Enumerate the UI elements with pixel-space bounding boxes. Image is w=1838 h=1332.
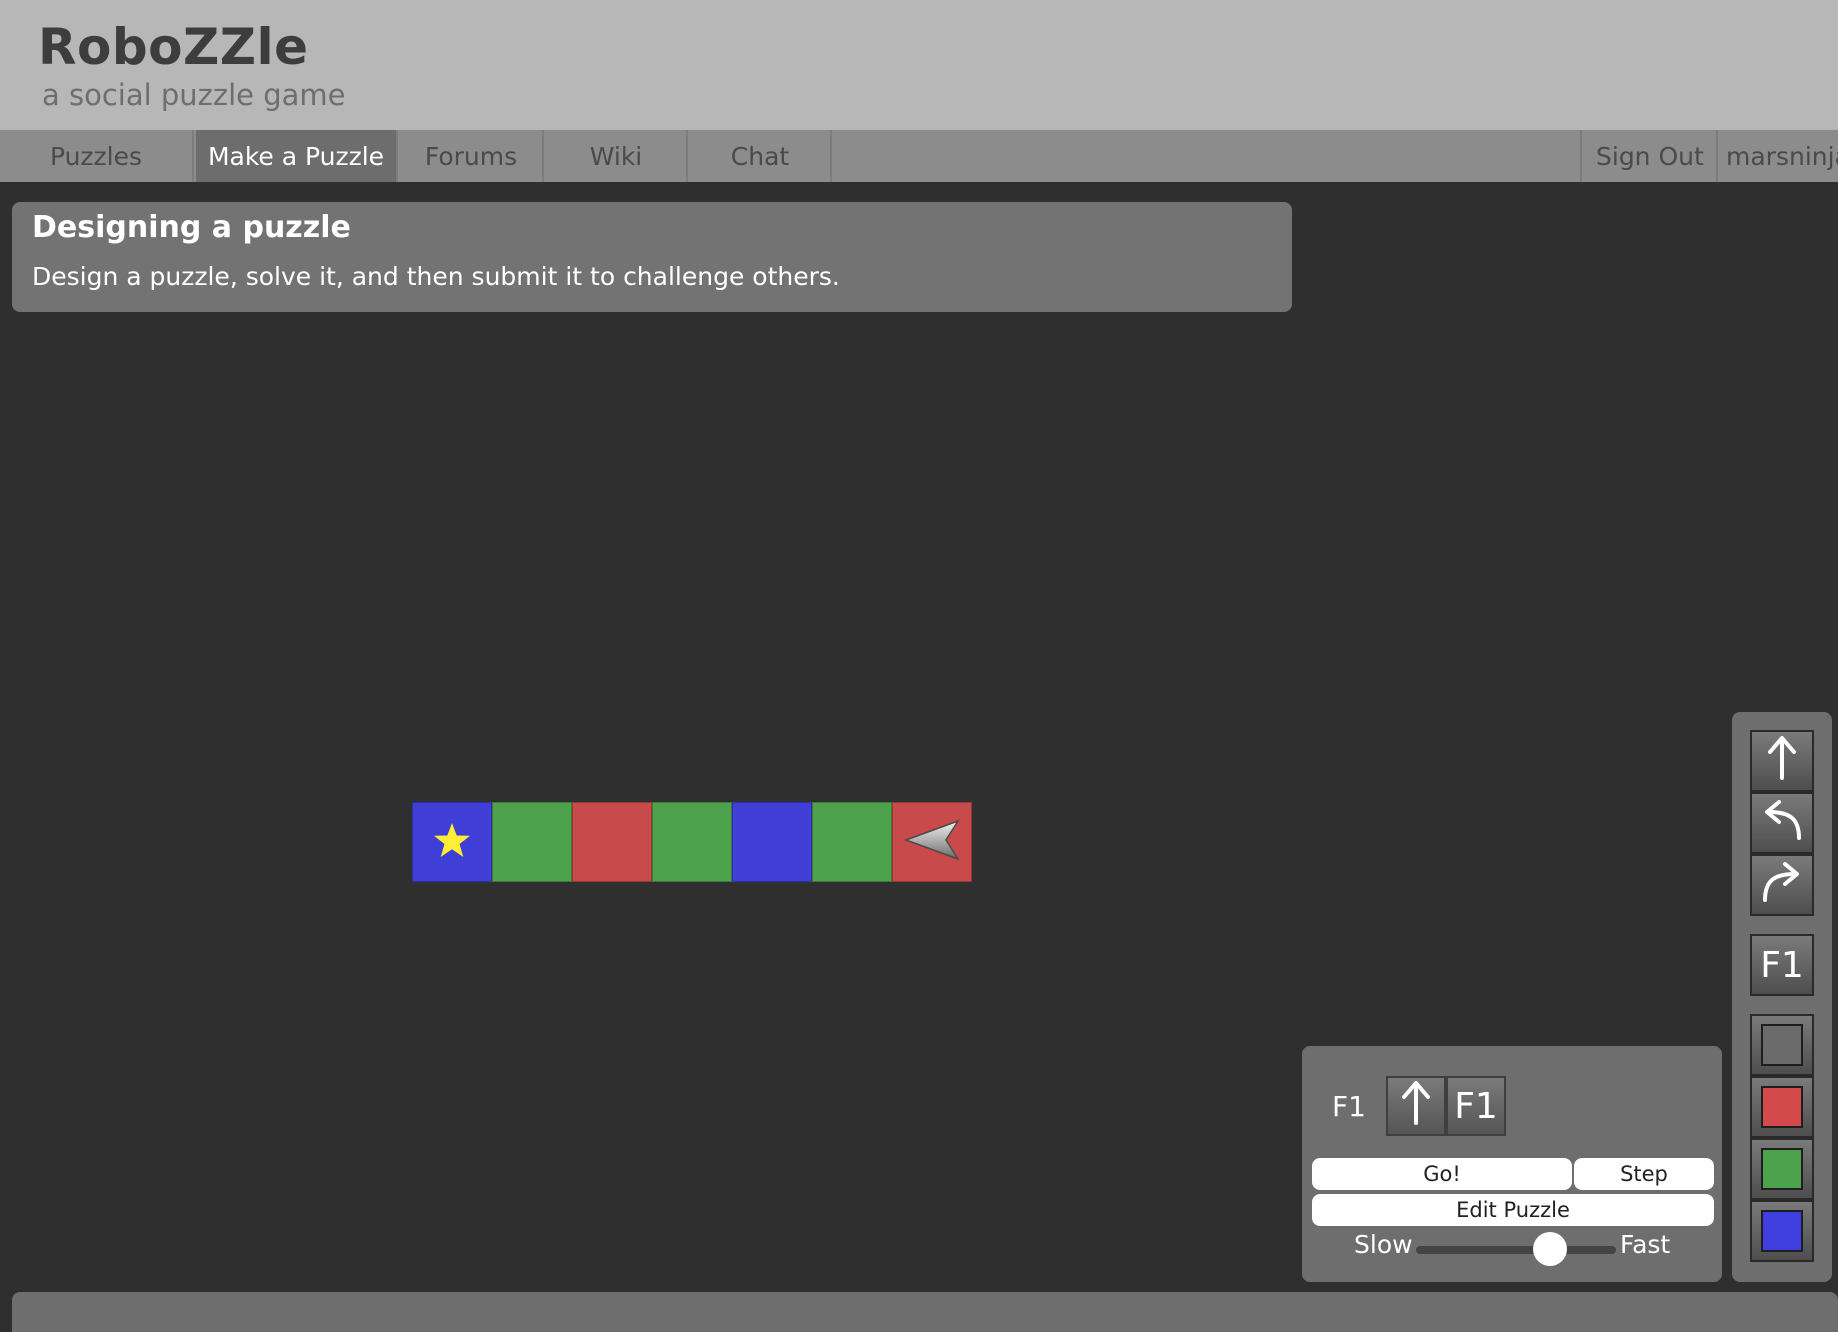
- program-slot-2[interactable]: F1: [1446, 1076, 1506, 1136]
- board-tile-green: [812, 802, 892, 882]
- board-tile-green: [652, 802, 732, 882]
- turn-left-icon: [1759, 796, 1805, 851]
- slot-f1-label: F1: [1454, 1085, 1498, 1127]
- slow-label: Slow: [1354, 1230, 1413, 1259]
- app-subtitle: a social puzzle game: [42, 78, 346, 112]
- gray-swatch: [1761, 1024, 1803, 1066]
- footer-bar: [12, 1292, 1838, 1332]
- navbar: Puzzles Make a Puzzle Forums Wiki Chat S…: [0, 130, 1838, 182]
- nav-chat[interactable]: Chat: [690, 130, 832, 182]
- edit-puzzle-button[interactable]: Edit Puzzle: [1312, 1194, 1714, 1226]
- header: RoboZZle a social puzzle game: [0, 0, 1838, 130]
- forward-arrow-icon: [1399, 1079, 1433, 1134]
- info-description: Design a puzzle, solve it, and then subm…: [32, 262, 840, 291]
- program-panel: F1 F1 Go! Step Edit Puzzle Slow Fast: [1302, 1046, 1722, 1282]
- username-link[interactable]: marsninja: [1716, 130, 1838, 182]
- board-tile-green: [492, 802, 572, 882]
- robot-arrow-icon: [902, 815, 962, 869]
- board-tile-red: [892, 802, 972, 882]
- nav-forums[interactable]: Forums: [400, 130, 544, 182]
- step-button[interactable]: Step: [1574, 1158, 1714, 1190]
- palette-f1-label: F1: [1760, 944, 1804, 986]
- nav-puzzles[interactable]: Puzzles: [0, 130, 194, 182]
- speed-slider[interactable]: [1416, 1246, 1616, 1254]
- program-slot-1[interactable]: [1386, 1076, 1446, 1136]
- nav-make-a-puzzle[interactable]: Make a Puzzle: [196, 130, 398, 182]
- function-label: F1: [1332, 1090, 1366, 1123]
- sign-out-link[interactable]: Sign Out: [1580, 130, 1716, 182]
- palette-turn-left-button[interactable]: [1750, 792, 1814, 854]
- board-tile-blue: [412, 802, 492, 882]
- palette-forward-button[interactable]: [1750, 730, 1814, 792]
- turn-right-icon: [1759, 858, 1805, 913]
- palette-color-red[interactable]: [1750, 1076, 1814, 1138]
- board-tile-blue: [732, 802, 812, 882]
- palette-color-blue[interactable]: [1750, 1200, 1814, 1262]
- green-swatch: [1761, 1148, 1803, 1190]
- board-tile-red: [572, 802, 652, 882]
- info-panel: Designing a puzzle Design a puzzle, solv…: [12, 202, 1292, 312]
- red-swatch: [1761, 1086, 1803, 1128]
- speed-slider-thumb[interactable]: [1533, 1232, 1567, 1266]
- fast-label: Fast: [1620, 1230, 1671, 1259]
- blue-swatch: [1761, 1210, 1803, 1252]
- command-palette: F1: [1732, 712, 1832, 1282]
- info-title: Designing a puzzle: [32, 210, 351, 245]
- go-button[interactable]: Go!: [1312, 1158, 1572, 1190]
- palette-f1-button[interactable]: F1: [1750, 934, 1814, 996]
- nav-wiki[interactable]: Wiki: [546, 130, 688, 182]
- star-icon: [432, 820, 472, 864]
- palette-color-green[interactable]: [1750, 1138, 1814, 1200]
- palette-color-gray[interactable]: [1750, 1014, 1814, 1076]
- palette-turn-right-button[interactable]: [1750, 854, 1814, 916]
- forward-arrow-icon: [1765, 734, 1799, 789]
- app-title: RoboZZle: [38, 18, 309, 76]
